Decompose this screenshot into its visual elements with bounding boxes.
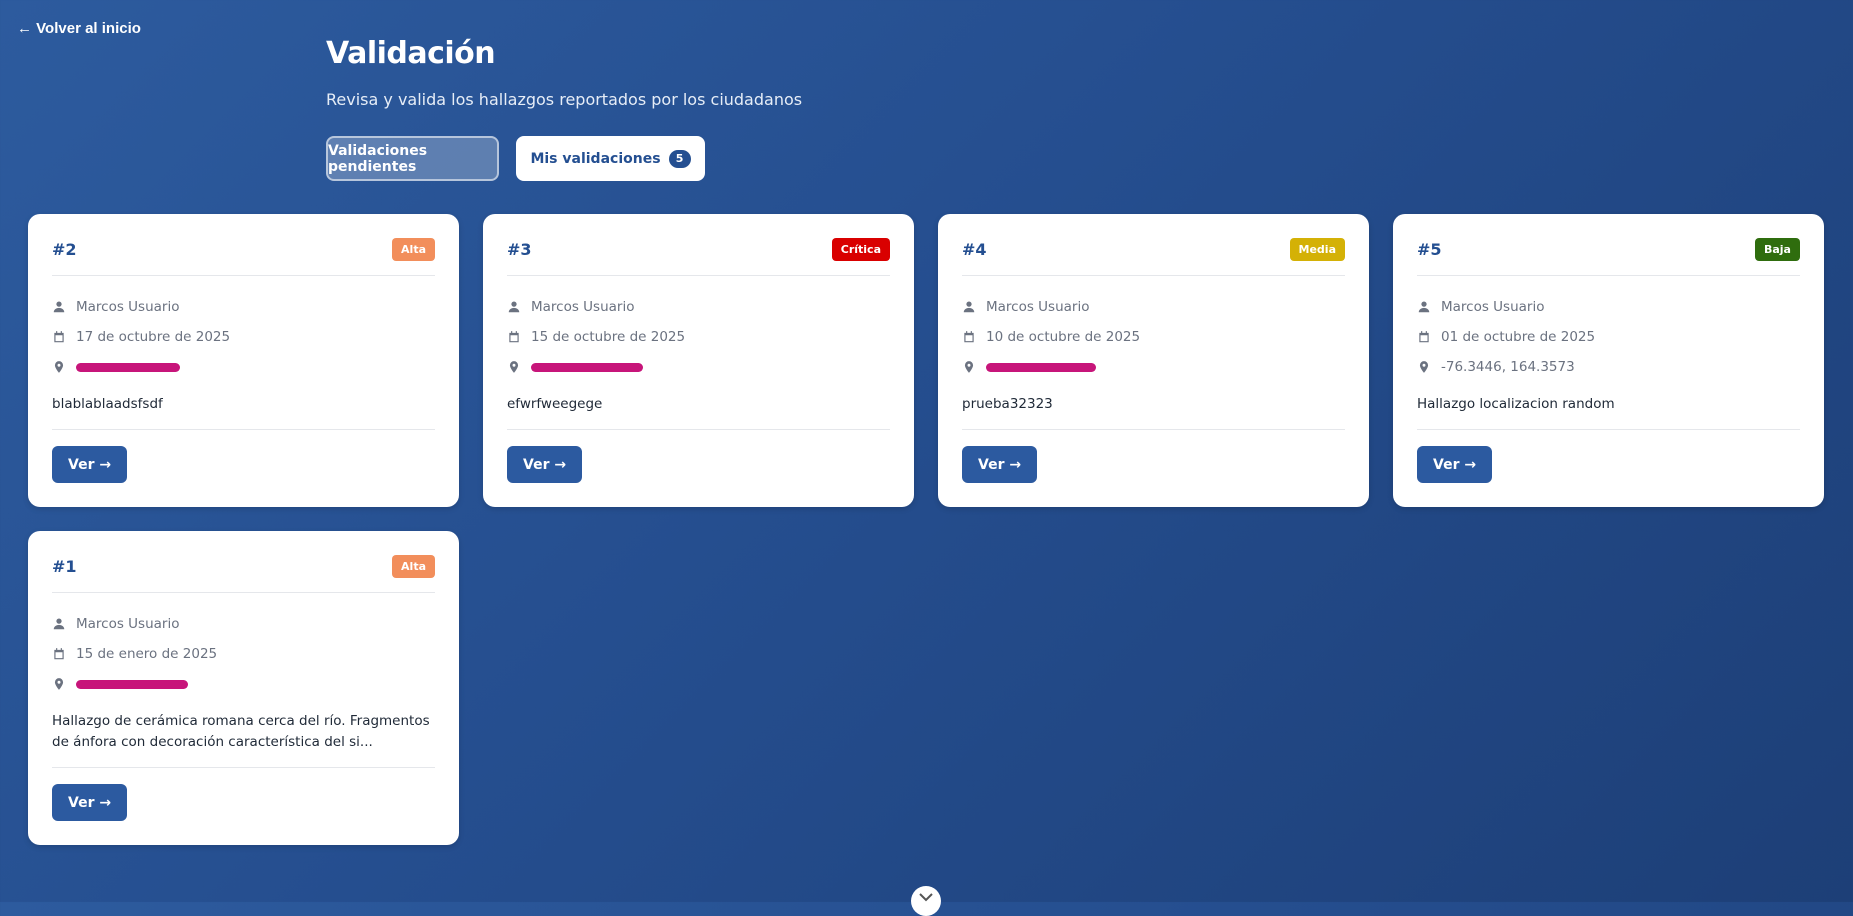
redacted-location (986, 362, 1096, 372)
priority-badge: Media (1289, 238, 1345, 261)
calendar-icon (54, 331, 64, 343)
reporter-name: Marcos Usuario (76, 299, 180, 315)
priority-badge: Alta (392, 555, 435, 578)
reporter-row: Marcos Usuario (962, 292, 1345, 322)
chevron-down-icon (919, 893, 933, 902)
redacted-location (76, 679, 188, 689)
finding-id: #2 (52, 240, 77, 259)
tab-pending-label: Validaciones pendientes (328, 142, 428, 175)
date-row: 01 de octubre de 2025 (1417, 322, 1800, 352)
location-row: -76.3446, 164.3573 (1417, 352, 1800, 382)
date-row: 10 de octubre de 2025 (962, 322, 1345, 352)
reporter-name: Marcos Usuario (76, 616, 180, 632)
redacted-location (531, 362, 643, 372)
card-meta: Marcos Usuario 15 de octubre de 2025 (507, 292, 890, 382)
user-icon (508, 301, 520, 313)
card-header: #1 Alta (52, 555, 435, 593)
date-row: 17 de octubre de 2025 (52, 322, 435, 352)
user-icon (1418, 301, 1430, 313)
count-badge: 5 (668, 149, 691, 168)
tab-pending-validations[interactable]: Validaciones pendientes (326, 136, 499, 181)
card-meta: Marcos Usuario 10 de octubre de 2025 (962, 292, 1345, 382)
report-date: 15 de octubre de 2025 (531, 329, 686, 345)
finding-description: blablablaadsfsdf (52, 394, 435, 430)
location-pin-icon (54, 361, 64, 373)
card-header: #5 Baja (1417, 238, 1800, 276)
view-button[interactable]: Ver → (1417, 446, 1493, 483)
finding-card: #3 Crítica Marcos Usuario 15 de octubre … (483, 214, 914, 507)
user-icon (53, 618, 65, 630)
location-pin-icon (1419, 361, 1429, 373)
finding-description: prueba32323 (962, 394, 1345, 430)
priority-badge: Alta (392, 238, 435, 261)
calendar-icon (54, 648, 64, 660)
date-row: 15 de octubre de 2025 (507, 322, 890, 352)
location-row (507, 352, 890, 382)
reporter-row: Marcos Usuario (507, 292, 890, 322)
reporter-name: Marcos Usuario (1441, 299, 1545, 315)
tab-mine-label: Mis validaciones (530, 150, 661, 167)
calendar-icon (509, 331, 519, 343)
finding-card: #2 Alta Marcos Usuario 17 de octubre de … (28, 214, 459, 507)
tab-my-validations[interactable]: Mis validaciones 5 (516, 136, 705, 181)
page-subtitle: Revisa y valida los hallazgos reportados… (326, 90, 803, 109)
reporter-row: Marcos Usuario (1417, 292, 1800, 322)
report-date: 17 de octubre de 2025 (76, 329, 231, 345)
finding-id: #3 (507, 240, 532, 259)
user-icon (963, 301, 975, 313)
finding-description: Hallazgo de cerámica romana cerca del rí… (52, 711, 435, 768)
location-row (962, 352, 1345, 382)
report-date: 01 de octubre de 2025 (1441, 329, 1596, 345)
reporter-row: Marcos Usuario (52, 292, 435, 322)
reporter-row: Marcos Usuario (52, 609, 435, 639)
finding-description: Hallazgo localizacion random (1417, 394, 1800, 430)
card-header: #2 Alta (52, 238, 435, 276)
back-to-home-link[interactable]: ← Volver al inicio (17, 20, 141, 37)
view-button[interactable]: Ver → (962, 446, 1038, 483)
card-header: #3 Crítica (507, 238, 890, 276)
report-date: 15 de enero de 2025 (76, 646, 218, 662)
location-pin-icon (54, 678, 64, 690)
reporter-name: Marcos Usuario (986, 299, 1090, 315)
scroll-down-button[interactable] (911, 886, 941, 916)
priority-badge: Baja (1754, 238, 1800, 261)
calendar-icon (964, 331, 974, 343)
finding-id: #5 (1417, 240, 1442, 259)
location-coordinates: -76.3446, 164.3573 (1441, 359, 1575, 375)
finding-card: #5 Baja Marcos Usuario 01 de octubre de … (1393, 214, 1824, 507)
view-button[interactable]: Ver → (507, 446, 583, 483)
finding-card: #1 Alta Marcos Usuario 15 de enero de 20… (28, 531, 459, 845)
finding-card: #4 Media Marcos Usuario 10 de octubre de… (938, 214, 1369, 507)
calendar-icon (1419, 331, 1429, 343)
finding-id: #1 (52, 557, 77, 576)
redacted-location (76, 362, 180, 372)
location-pin-icon (509, 361, 519, 373)
findings-grid: #2 Alta Marcos Usuario 17 de octubre de … (28, 214, 1825, 845)
card-meta: Marcos Usuario 01 de octubre de 2025 -76… (1417, 292, 1800, 382)
finding-id: #4 (962, 240, 987, 259)
card-meta: Marcos Usuario 15 de enero de 2025 (52, 609, 435, 699)
view-button[interactable]: Ver → (52, 784, 128, 821)
user-icon (53, 301, 65, 313)
card-header: #4 Media (962, 238, 1345, 276)
reporter-name: Marcos Usuario (531, 299, 635, 315)
report-date: 10 de octubre de 2025 (986, 329, 1141, 345)
date-row: 15 de enero de 2025 (52, 639, 435, 669)
priority-badge: Crítica (831, 238, 890, 261)
finding-description: efwrfweegege (507, 394, 890, 430)
view-button[interactable]: Ver → (52, 446, 128, 483)
card-meta: Marcos Usuario 17 de octubre de 2025 (52, 292, 435, 382)
location-pin-icon (964, 361, 974, 373)
location-row (52, 352, 435, 382)
location-row (52, 669, 435, 699)
page-title: Validación (326, 36, 496, 71)
validation-tabs: Validaciones pendientes Mis validaciones… (326, 136, 705, 181)
